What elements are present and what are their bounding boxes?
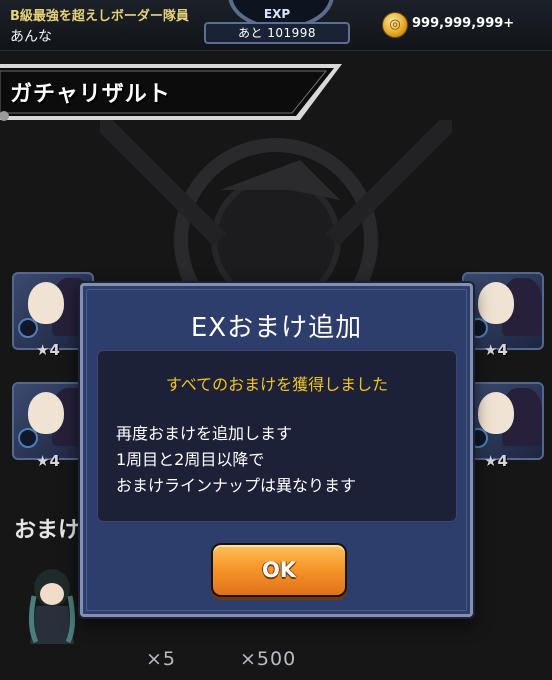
element-orb-icon [18,318,38,338]
player-name: あんな [10,29,52,45]
exp-remaining: あと 101998 [204,22,350,44]
exp-label: EXP [263,7,291,21]
dialog-message-box: すべてのおまけを獲得しました 再度おまけを追加します 1周目と2周目以降で おま… [97,350,457,522]
dialog-body-line: 再度おまけを追加します [116,424,293,443]
coin-icon: ◎ [382,12,408,38]
player-rank-title: B級最強を超えしボーダー隊員 [10,9,189,24]
currency-amount: 999,999,999+ [412,16,515,31]
screen-title-banner: ガチャリザルト [0,62,342,122]
result-card[interactable] [462,382,544,460]
dialog-body-line: 1周目と2周目以降で [116,450,265,469]
dialog-body: 再度おまけを追加します 1周目と2周目以降で おまけラインナップは異なります [116,421,356,499]
page-title: ガチャリザルト [10,82,171,107]
dialog-title: EXおまけ追加 [190,313,363,343]
dialog-headline: すべてのおまけを獲得しました [165,375,389,394]
character-chibi-icon [28,569,76,644]
background-emblem-icon [100,120,452,300]
bonus-quantity: ×500 [240,648,297,670]
bonus-section-label: おまけ [14,518,81,543]
status-bar: B級最強を超えしボーダー隊員 あんな EXP あと 101998 ◎ 999,9… [0,0,552,51]
element-orb-icon [18,428,38,448]
rarity-label: ★4 [484,341,508,359]
bonus-quantity: ×5 [146,648,177,670]
ex-bonus-dialog: EXおまけ追加 すべてのおまけを獲得しました 再度おまけを追加します 1周目と2… [80,283,473,617]
rarity-label: ★4 [484,452,508,470]
dialog-body-line: おまけラインナップは異なります [116,476,357,495]
rarity-label: ★4 [36,341,60,359]
result-card[interactable] [462,272,544,350]
exp-gauge: EXP あと 101998 [204,0,350,46]
rarity-label: ★4 [36,452,60,470]
ok-button[interactable]: OK [211,543,347,597]
